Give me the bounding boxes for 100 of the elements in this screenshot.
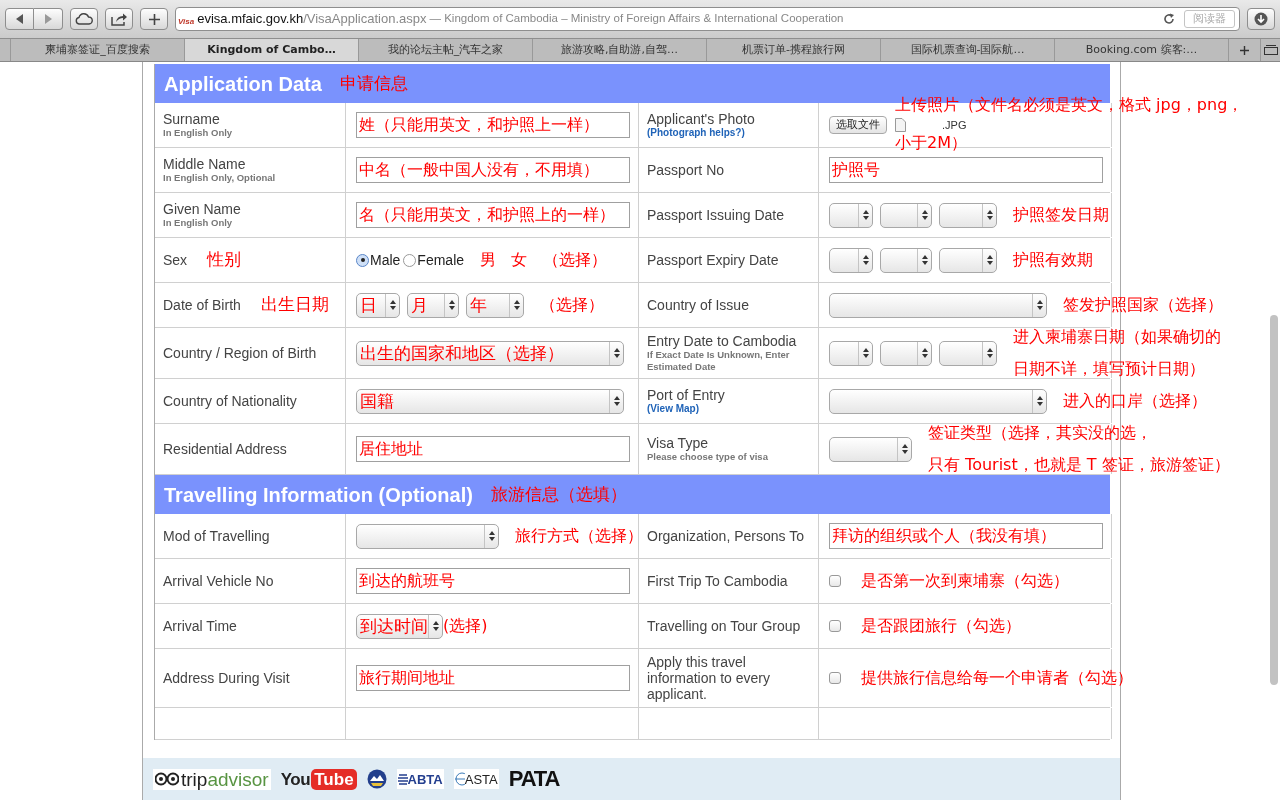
updown-icon	[862, 210, 869, 220]
radio-label[interactable]: Male	[370, 249, 401, 271]
field-label: Country / Region of Birth	[163, 345, 317, 361]
select-field[interactable]: 出生的国家和地区（选择）	[356, 340, 624, 366]
section-title: Application Data	[164, 71, 322, 97]
select-field[interactable]	[829, 202, 873, 228]
browser-tab[interactable]: Kingdom of Cambo…	[184, 39, 358, 61]
field-label: Organization, Persons To	[647, 528, 804, 544]
browser-tab[interactable]: 我的论坛主帖_汽车之家	[358, 39, 532, 61]
pata-logo[interactable]: PATA	[508, 768, 560, 790]
annotation-note: 性别	[207, 248, 242, 272]
back-button[interactable]	[5, 8, 34, 30]
emblem-logo[interactable]	[366, 769, 387, 789]
field-label: Address During Visit	[163, 670, 290, 686]
select-field[interactable]	[880, 202, 932, 228]
text-field[interactable]: 姓（只能用英文，和护照上一样）	[356, 112, 630, 138]
radio-button[interactable]	[356, 253, 369, 267]
select-field[interactable]	[939, 340, 997, 366]
abta-logo[interactable]: ABTA	[396, 769, 444, 789]
site-favicon: Visa	[178, 16, 195, 26]
help-link[interactable]: (View Map)	[647, 403, 725, 415]
forward-button[interactable]	[34, 8, 63, 30]
field-label: Entry Date to Cambodia	[647, 333, 798, 349]
field-label: Travelling on Tour Group	[647, 618, 801, 634]
field-label: Arrival Time	[163, 618, 237, 634]
field-label: Applicant's Photo	[647, 111, 755, 127]
checkbox[interactable]	[829, 672, 841, 684]
updown-icon	[613, 348, 620, 358]
field-hint: In English Only	[163, 127, 233, 139]
updown-icon	[432, 621, 439, 631]
select-field[interactable]	[829, 340, 873, 366]
field-label: Given Name	[163, 201, 241, 217]
field-label: Arrival Vehicle No	[163, 573, 274, 589]
select-field[interactable]	[356, 523, 499, 549]
browser-tab[interactable]: 机票订单-携程旅行网	[706, 39, 880, 61]
url-path: /VisaApplication.aspx	[303, 11, 427, 27]
help-link[interactable]: (Photograph helps?)	[647, 127, 755, 139]
updown-icon	[862, 348, 869, 358]
annotation-note: 提供旅行信息给每一个申请者（勾选）	[861, 668, 1133, 688]
field-label: Residential Address	[163, 441, 287, 457]
select-field[interactable]	[939, 202, 997, 228]
text-field[interactable]: 到达的航班号	[356, 568, 630, 594]
field-hint: In English Only	[163, 217, 234, 229]
plus-icon	[1240, 45, 1249, 55]
annotation-note: 签发护照国家（选择）	[1063, 295, 1223, 315]
updown-icon	[389, 300, 396, 310]
text-field[interactable]: 旅行期间地址	[356, 665, 630, 691]
updown-icon	[448, 300, 455, 310]
text-field[interactable]: 名（只能用英文，和护照上的一样）	[356, 202, 630, 228]
checkbox[interactable]	[829, 620, 841, 632]
select-field[interactable]: 到达时间	[356, 613, 443, 639]
annotation-note: 签证类型（选择，其实没的选，	[928, 424, 1153, 442]
address-bar[interactable]: Visa evisa.mfaic.gov.kh/VisaApplication.aspx — Kingdom of Cambodia – Ministry of Foreign Affairs & International Cooperation 阅读器	[175, 7, 1240, 31]
select-field[interactable]	[829, 247, 873, 273]
updown-icon	[901, 444, 908, 454]
text-field[interactable]: 拜访的组织或个人（我没有填）	[829, 523, 1103, 549]
scrollbar-thumb[interactable]	[1270, 315, 1278, 685]
select-field[interactable]	[829, 388, 1047, 414]
browser-tab[interactable]: 国际机票查询-国际航…	[880, 39, 1054, 61]
annotation-note: 只有 Tourist，也就是 T 签证，旅游签证）	[928, 456, 1230, 474]
updown-icon	[513, 300, 520, 310]
cloud-icon	[75, 13, 93, 25]
select-field[interactable]	[880, 247, 932, 273]
text-field[interactable]: 居住地址	[356, 436, 630, 462]
select-field[interactable]	[939, 247, 997, 273]
select-field[interactable]	[829, 292, 1047, 318]
annotation-note: 进入柬埔寨日期（如果确切的	[1013, 328, 1221, 346]
asta-logo[interactable]: ASTA	[453, 769, 499, 789]
download-icon	[1254, 12, 1268, 26]
plus-icon	[148, 13, 160, 25]
updown-icon	[862, 255, 869, 265]
browser-tab[interactable]: 旅游攻略,自助游,自驾…	[532, 39, 706, 61]
file-icon	[895, 118, 906, 132]
share-button[interactable]	[105, 8, 133, 30]
select-field[interactable]: 日	[356, 292, 400, 318]
new-tab-button[interactable]	[140, 8, 168, 30]
tripadvisor-logo[interactable]: tripadvisor	[153, 768, 271, 790]
select-field[interactable]: 国籍	[356, 388, 624, 414]
checkbox[interactable]	[829, 575, 841, 587]
choose-file-button[interactable]: 选取文件	[829, 116, 887, 134]
text-field[interactable]: 护照号	[829, 157, 1103, 183]
downloads-button[interactable]	[1247, 8, 1275, 30]
select-field[interactable]: 年	[466, 292, 524, 318]
annotation-note: 上传照片（文件名必须是英文，格式 jpg，png，	[895, 96, 1244, 114]
annotation-note: 是否跟团旅行（勾选）	[861, 616, 1021, 636]
reload-icon[interactable]	[1163, 13, 1175, 25]
icloud-tabs-button[interactable]	[70, 8, 98, 30]
annotation-note: (选择)	[443, 616, 488, 636]
field-label: Date of Birth	[163, 297, 241, 313]
tab-overview-button[interactable]	[1260, 39, 1280, 61]
radio-button[interactable]	[403, 253, 417, 267]
field-label: Country of Nationality	[163, 393, 297, 409]
browser-tab[interactable]: Booking.com 缤客:…	[1054, 39, 1228, 61]
updown-icon	[986, 210, 993, 220]
select-field[interactable]: 月	[407, 292, 459, 318]
text-field[interactable]: 中名（一般中国人没有，不用填）	[356, 157, 630, 183]
select-field[interactable]	[880, 340, 932, 366]
radio-label[interactable]: Female	[417, 249, 465, 271]
select-field[interactable]	[829, 436, 912, 462]
annotation-note: 男 女 （选择）	[480, 250, 607, 270]
